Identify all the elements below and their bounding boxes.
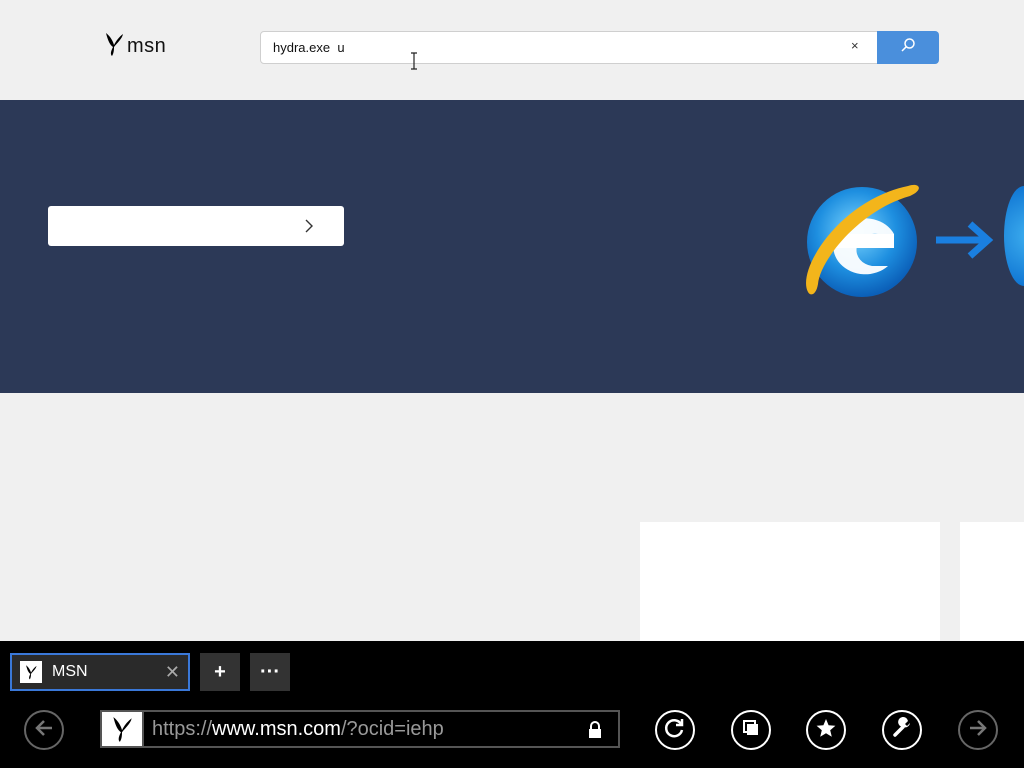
browser-tab-bar: MSN ✕ + ··· <box>0 641 1024 700</box>
edge-logo-icon <box>1004 186 1024 286</box>
ie-logo-icon <box>800 180 924 309</box>
url-scheme: https:// <box>152 718 213 740</box>
browser-nav-bar: https://www.msn.com/?ocid=iehp <box>0 700 1024 768</box>
back-icon <box>33 717 55 744</box>
tabs-view-button[interactable] <box>731 710 771 750</box>
tabs-icon <box>741 718 761 743</box>
address-bar[interactable]: https://www.msn.com/?ocid=iehp <box>100 710 620 748</box>
search-icon <box>900 37 916 58</box>
tab-title: MSN <box>52 663 88 680</box>
back-button[interactable] <box>24 710 64 750</box>
msn-logo-text: msn <box>127 34 167 57</box>
page-tools-button[interactable] <box>882 710 922 750</box>
content-card[interactable] <box>960 522 1024 642</box>
site-favicon-icon <box>102 712 144 746</box>
banner-cta-button[interactable] <box>48 206 344 246</box>
search-input[interactable]: hydra.exe u <box>273 40 345 55</box>
search-clear-button[interactable]: × <box>851 38 859 53</box>
content-card[interactable] <box>640 522 940 642</box>
refresh-button[interactable] <box>655 710 695 750</box>
search-box[interactable]: hydra.exe u × <box>260 31 939 64</box>
text-cursor-icon <box>409 52 419 75</box>
tab-tools-button[interactable]: ··· <box>250 653 290 691</box>
url-host: www.msn.com <box>212 718 341 740</box>
refresh-icon <box>664 717 686 744</box>
address-url[interactable]: https://www.msn.com/?ocid=iehp <box>152 718 444 741</box>
favorites-icon <box>815 717 837 744</box>
tab-close-button[interactable]: ✕ <box>165 662 180 683</box>
msn-favicon-icon <box>20 661 42 683</box>
arrow-right-icon <box>934 220 994 265</box>
url-path: /?ocid=iehp <box>340 718 444 740</box>
msn-header: msn hydra.exe u × <box>0 0 1024 100</box>
forward-icon <box>967 717 989 744</box>
tools-icon <box>891 716 913 744</box>
lock-icon[interactable] <box>588 721 602 744</box>
favorites-button[interactable] <box>806 710 846 750</box>
forward-button[interactable] <box>958 710 998 750</box>
msn-butterfly-icon <box>104 31 124 62</box>
promo-banner <box>0 100 1024 393</box>
new-tab-button[interactable]: + <box>200 653 240 691</box>
tab-msn[interactable]: MSN ✕ <box>10 653 190 691</box>
search-button[interactable] <box>877 31 939 64</box>
msn-logo[interactable]: msn <box>104 32 166 60</box>
